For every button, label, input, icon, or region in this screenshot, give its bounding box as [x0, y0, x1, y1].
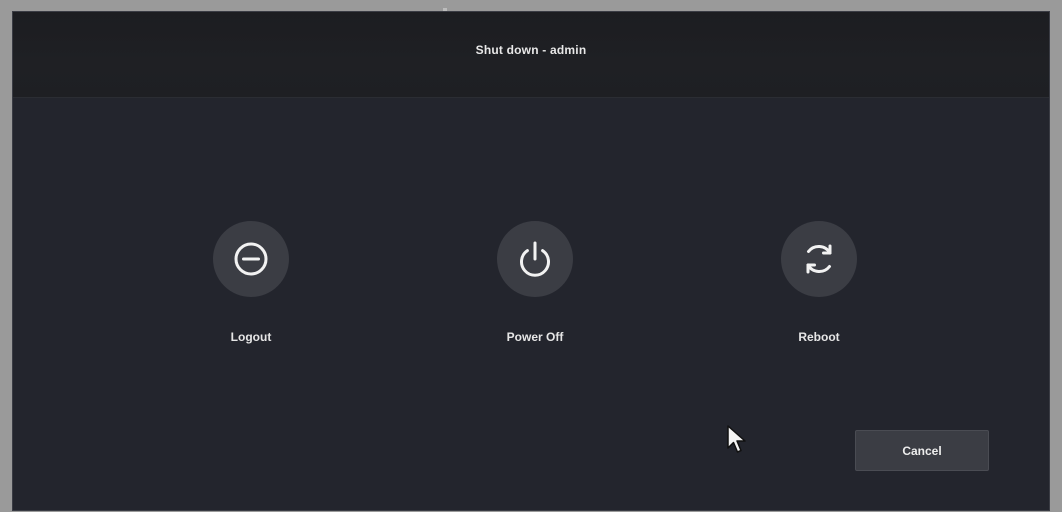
power-off-button[interactable]: Power Off — [455, 221, 615, 344]
cancel-button[interactable]: Cancel — [855, 430, 989, 471]
reboot-button[interactable]: Reboot — [739, 221, 899, 344]
logout-icon-circle[interactable] — [213, 221, 289, 297]
shutdown-dialog: Shut down - admin Logout Power Off Reboo… — [12, 11, 1050, 511]
mouse-cursor-icon — [727, 425, 746, 453]
power-off-label: Power Off — [506, 330, 564, 344]
logout-label: Logout — [230, 330, 272, 344]
power-icon — [520, 241, 550, 277]
reboot-icon-circle[interactable] — [781, 221, 857, 297]
reboot-icon — [806, 244, 832, 274]
power-icon-circle[interactable] — [497, 221, 573, 297]
dialog-title: Shut down - admin — [475, 43, 587, 57]
logout-button[interactable]: Logout — [171, 221, 331, 344]
logout-icon — [234, 242, 268, 276]
reboot-label: Reboot — [798, 330, 840, 344]
dialog-title-bar: Shut down - admin — [13, 12, 1049, 98]
